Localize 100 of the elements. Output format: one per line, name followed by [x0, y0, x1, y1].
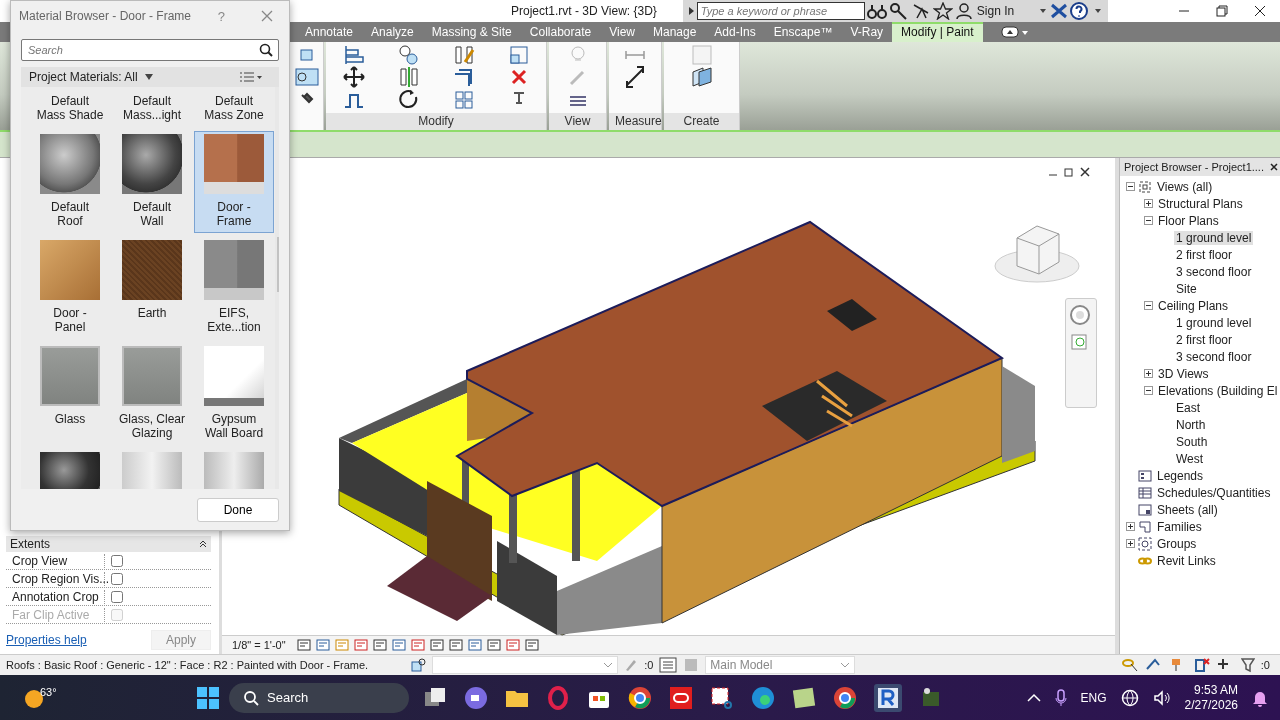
restore-icon[interactable] — [1064, 167, 1074, 177]
scale-icon[interactable] — [507, 44, 530, 67]
split-icon[interactable] — [452, 44, 475, 67]
tree-item[interactable]: Legends — [1155, 468, 1206, 483]
panel-toggle-icon[interactable] — [1000, 26, 1029, 38]
list-view-icon[interactable] — [239, 71, 263, 83]
ribbon-tab[interactable]: Add-Ins — [705, 22, 765, 42]
start-icon[interactable] — [197, 686, 219, 709]
ribbon-tab[interactable]: Analyze — [362, 22, 423, 42]
checkbox[interactable] — [111, 554, 123, 567]
material-item[interactable]: EIFS, Exte...tion — [194, 237, 274, 339]
navigation-bar[interactable] — [1065, 298, 1097, 408]
restore-icon[interactable] — [1216, 5, 1228, 17]
select-links-icon[interactable] — [1120, 657, 1139, 673]
copy-icon[interactable] — [397, 44, 420, 67]
tree-item[interactable]: North — [1174, 417, 1208, 432]
panels-icon[interactable] — [690, 66, 713, 89]
chevron-down-icon[interactable] — [603, 661, 614, 669]
material-item[interactable]: Default Mass Zone — [194, 91, 274, 127]
tree-item[interactable]: South — [1174, 434, 1210, 449]
tree-item[interactable]: Views (all) — [1155, 179, 1215, 194]
tree-item[interactable]: Elevations (Building El — [1156, 383, 1280, 398]
help-link[interactable]: Properties help — [6, 633, 87, 647]
tree-item[interactable]: Groups — [1155, 536, 1199, 551]
ribbon-tab[interactable]: Modify | Paint — [892, 22, 983, 42]
material-item[interactable]: Default Mass...ight — [112, 91, 192, 127]
expand-toggle[interactable] — [1144, 369, 1153, 378]
worksets-icon[interactable] — [410, 657, 427, 673]
search-icon[interactable] — [259, 43, 273, 57]
tree-item[interactable]: Structural Plans — [1156, 196, 1245, 211]
expand-toggle[interactable] — [1126, 522, 1135, 531]
material-item[interactable]: Earth — [112, 237, 192, 339]
tree-item[interactable]: Schedules/Quantities — [1155, 485, 1273, 500]
taskbar-search[interactable]: Search — [229, 682, 409, 713]
tree-item[interactable]: Floor Plans — [1156, 213, 1221, 228]
tree-item[interactable]: Ceiling Plans — [1156, 298, 1231, 313]
section-header[interactable]: Extents — [6, 536, 211, 552]
search-field[interactable]: Search — [21, 39, 279, 61]
binoculars-icon[interactable] — [866, 2, 887, 20]
ribbon-tab[interactable]: Annotate — [296, 22, 363, 42]
tree-item[interactable]: Sheets (all) — [1155, 502, 1220, 517]
microphone-icon[interactable] — [1054, 688, 1067, 707]
tree-item[interactable]: 3 second floor — [1174, 264, 1254, 279]
material-item[interactable]: Glass — [30, 343, 110, 445]
collapse-toggle[interactable] — [1144, 301, 1153, 310]
material-item[interactable]: Default Wall — [112, 131, 192, 233]
view-scale[interactable]: 1/8" = 1'-0" — [232, 639, 286, 651]
tree-item[interactable]: 2 first floor — [1174, 247, 1234, 262]
rotate-icon[interactable] — [397, 88, 420, 111]
clock-date[interactable]: 2/27/2026 — [1184, 697, 1238, 713]
close-icon[interactable] — [1270, 163, 1278, 171]
globe-icon[interactable] — [1120, 688, 1139, 707]
browser-icon[interactable] — [833, 685, 857, 710]
language-indicator[interactable]: ENG — [1080, 690, 1107, 705]
material-item[interactable]: Gypsum Wall Board — [194, 343, 274, 445]
tree-item[interactable]: West — [1174, 451, 1206, 466]
design-option-dropdown[interactable]: Main Model — [705, 656, 856, 674]
expand-toggle[interactable] — [1144, 199, 1153, 208]
material-item[interactable]: Glass, Clear Glazing — [112, 343, 192, 445]
ribbon-tab[interactable]: Manage — [643, 22, 706, 42]
chat-icon[interactable] — [464, 685, 488, 710]
caret-icon[interactable] — [143, 73, 154, 81]
move-icon[interactable] — [342, 66, 365, 89]
collapse-toggle[interactable] — [1144, 386, 1153, 395]
close-icon[interactable] — [1254, 5, 1266, 17]
ribbon-tab[interactable]: Collaborate — [520, 22, 601, 42]
material-item[interactable]: Door - Panel — [30, 237, 110, 339]
tree-item[interactable]: 1 ground level — [1174, 315, 1254, 330]
checkbox[interactable] — [111, 590, 123, 603]
paint-icon[interactable] — [294, 68, 319, 87]
design-options-icon[interactable] — [659, 657, 678, 673]
tree-item[interactable]: 2 first floor — [1174, 332, 1234, 347]
rounded-rect-icon[interactable] — [669, 685, 693, 710]
browser-icon[interactable] — [628, 685, 652, 710]
material-item[interactable]: Door - Frame — [194, 131, 274, 233]
tree-item[interactable]: 1 ground level — [1174, 230, 1254, 245]
tree-item[interactable]: 3 second floor — [1174, 349, 1254, 364]
tree-item[interactable]: Site — [1174, 281, 1199, 296]
ribbon-tab[interactable]: V-Ray — [841, 22, 893, 42]
expand-arrow-icon[interactable] — [686, 6, 695, 16]
collapse-toggle[interactable] — [1126, 182, 1135, 191]
checkbox[interactable] — [111, 572, 123, 585]
keyword-search-field[interactable]: Type a keyword or phrase — [696, 2, 865, 20]
align-icon[interactable] — [342, 44, 365, 67]
trim-icon[interactable] — [452, 66, 475, 89]
r-logo-icon[interactable] — [874, 683, 902, 712]
collapse-toggle[interactable] — [1144, 216, 1153, 225]
x-logo-icon[interactable] — [1050, 3, 1069, 19]
tree-item[interactable]: 3D Views — [1156, 366, 1211, 381]
ring-icon[interactable] — [546, 685, 570, 710]
expand-toggle[interactable] — [1126, 539, 1135, 548]
user-icon[interactable] — [954, 2, 973, 20]
select-face-icon[interactable] — [1192, 657, 1211, 673]
speaker-icon[interactable] — [1152, 688, 1171, 707]
material-item[interactable]: Default Mass Shade — [30, 91, 110, 127]
collapse-icon[interactable] — [199, 540, 207, 548]
clock-time[interactable]: 9:53 AM — [1193, 682, 1238, 698]
cube-icon[interactable] — [298, 47, 315, 64]
close-icon[interactable] — [1080, 167, 1090, 177]
ribbon-tab[interactable]: View — [600, 22, 644, 42]
